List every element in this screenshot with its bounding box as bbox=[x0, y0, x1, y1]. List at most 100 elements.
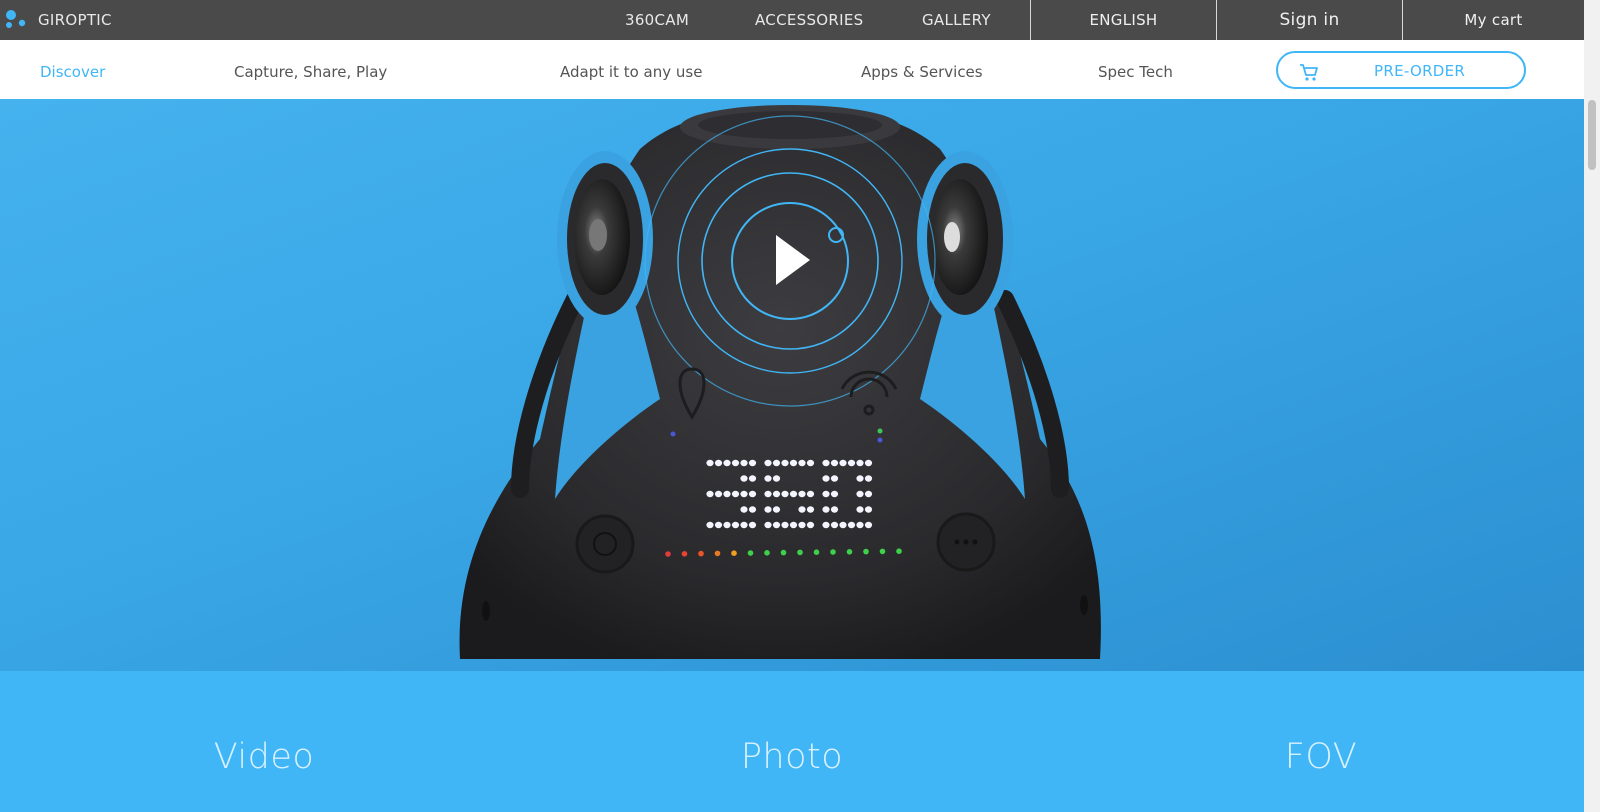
led-dot bbox=[748, 490, 757, 498]
led-dot bbox=[731, 459, 740, 467]
page-scrollbar[interactable] bbox=[1584, 0, 1600, 812]
sign-in-link[interactable]: Sign in bbox=[1216, 0, 1402, 40]
led-dot bbox=[748, 459, 757, 467]
led-dot bbox=[772, 475, 781, 482]
subnav-apps-services[interactable]: Apps & Services bbox=[861, 63, 983, 81]
led-dot bbox=[847, 459, 856, 467]
led-dot bbox=[789, 459, 798, 467]
nav-link-accessories[interactable]: ACCESSORIES bbox=[755, 11, 863, 29]
led-dot bbox=[740, 475, 748, 482]
led-bar-dot bbox=[764, 550, 770, 556]
led-dot bbox=[740, 459, 748, 467]
led-bar-dot bbox=[714, 550, 721, 557]
led-dot bbox=[740, 521, 748, 529]
led-bar-dot bbox=[665, 551, 671, 557]
led-dot bbox=[806, 506, 815, 513]
led-dot bbox=[822, 506, 830, 513]
hero-product-image bbox=[0, 99, 1584, 671]
menu-button-icon bbox=[936, 512, 996, 572]
led-dot bbox=[856, 521, 864, 529]
led-dot bbox=[706, 459, 714, 467]
top-navigation-bar: GIROPTIC 360CAM ACCESSORIES GALLERY ENGL… bbox=[0, 0, 1584, 41]
led-dot bbox=[864, 459, 873, 467]
led-bar-dot bbox=[731, 550, 737, 556]
led-dot bbox=[830, 490, 839, 498]
led-dot bbox=[748, 475, 757, 482]
led-dot bbox=[781, 459, 789, 467]
led-dot bbox=[864, 521, 873, 529]
led-dot bbox=[723, 490, 731, 498]
feature-photo-title: Photo bbox=[740, 737, 844, 777]
led-dot bbox=[864, 506, 873, 513]
led-dot bbox=[806, 490, 815, 498]
subnav-spec-tech[interactable]: Spec Tech bbox=[1098, 63, 1173, 81]
left-lens bbox=[557, 151, 653, 327]
led-dot bbox=[723, 521, 731, 529]
led-dot bbox=[830, 521, 839, 529]
led-dot bbox=[822, 490, 830, 498]
led-dot bbox=[864, 490, 873, 498]
led-dot bbox=[856, 459, 864, 467]
right-lens bbox=[917, 151, 1013, 327]
led-bar-dot bbox=[813, 549, 820, 555]
led-bar-dot bbox=[681, 551, 688, 557]
cart-icon bbox=[1300, 64, 1318, 81]
led-dot bbox=[856, 506, 864, 513]
led-bar-dot bbox=[797, 549, 803, 556]
led-dot bbox=[781, 521, 789, 529]
led-dot bbox=[781, 490, 789, 498]
subnav-capture-share-play[interactable]: Capture, Share, Play bbox=[234, 63, 387, 81]
led-dot bbox=[764, 490, 772, 498]
play-video-button[interactable] bbox=[732, 203, 848, 319]
led-dot bbox=[740, 506, 748, 513]
my-cart-link[interactable]: My cart bbox=[1402, 0, 1584, 40]
led-dot bbox=[764, 506, 772, 513]
led-dot bbox=[772, 506, 781, 513]
led-dot bbox=[731, 521, 740, 529]
led-dot bbox=[789, 521, 798, 529]
nav-link-gallery[interactable]: GALLERY bbox=[922, 11, 991, 29]
scrollbar-thumb[interactable] bbox=[1588, 100, 1596, 170]
led-bar-dot bbox=[896, 548, 902, 554]
led-dot bbox=[748, 521, 757, 529]
led-dot bbox=[798, 506, 806, 513]
led-dot bbox=[764, 475, 772, 482]
led-dot bbox=[714, 521, 723, 529]
led-dot bbox=[822, 459, 830, 467]
led-dot bbox=[830, 459, 839, 467]
subnav-adapt-it[interactable]: Adapt it to any use bbox=[560, 63, 702, 81]
led-bar-dot bbox=[698, 550, 704, 557]
led-dot bbox=[731, 490, 740, 498]
features-section: Video Photo FOV bbox=[0, 671, 1584, 812]
led-dot bbox=[798, 459, 806, 467]
led-dot bbox=[723, 459, 731, 467]
led-dot bbox=[806, 521, 815, 529]
led-dot bbox=[830, 506, 839, 513]
led-dot bbox=[839, 521, 847, 529]
feature-video-title: Video bbox=[213, 737, 315, 777]
pre-order-label: PRE-ORDER bbox=[1374, 62, 1466, 80]
led-dot bbox=[798, 521, 806, 529]
led-dot bbox=[706, 490, 714, 498]
led-dot bbox=[847, 521, 856, 529]
led-dot bbox=[864, 475, 873, 482]
pre-order-button[interactable]: PRE-ORDER bbox=[1276, 51, 1526, 89]
led-dot bbox=[830, 475, 839, 482]
led-bar-dot bbox=[863, 548, 869, 555]
led-dot bbox=[856, 475, 864, 482]
subnav-discover[interactable]: Discover bbox=[40, 63, 105, 81]
led-dot bbox=[764, 521, 772, 529]
led-dot bbox=[822, 475, 830, 482]
camera-illustration bbox=[459, 105, 1101, 659]
led-dot bbox=[772, 490, 781, 498]
led-dot bbox=[822, 521, 830, 529]
giroptic-logo-icon[interactable] bbox=[4, 8, 30, 30]
led-dot bbox=[856, 490, 864, 498]
led-dot bbox=[839, 459, 847, 467]
brand-name[interactable]: GIROPTIC bbox=[38, 11, 112, 29]
nav-link-360cam[interactable]: 360CAM bbox=[625, 11, 689, 29]
led-bar-dot bbox=[846, 549, 853, 555]
led-dot bbox=[748, 506, 757, 513]
led-dot bbox=[714, 490, 723, 498]
language-selector[interactable]: ENGLISH bbox=[1030, 0, 1216, 40]
